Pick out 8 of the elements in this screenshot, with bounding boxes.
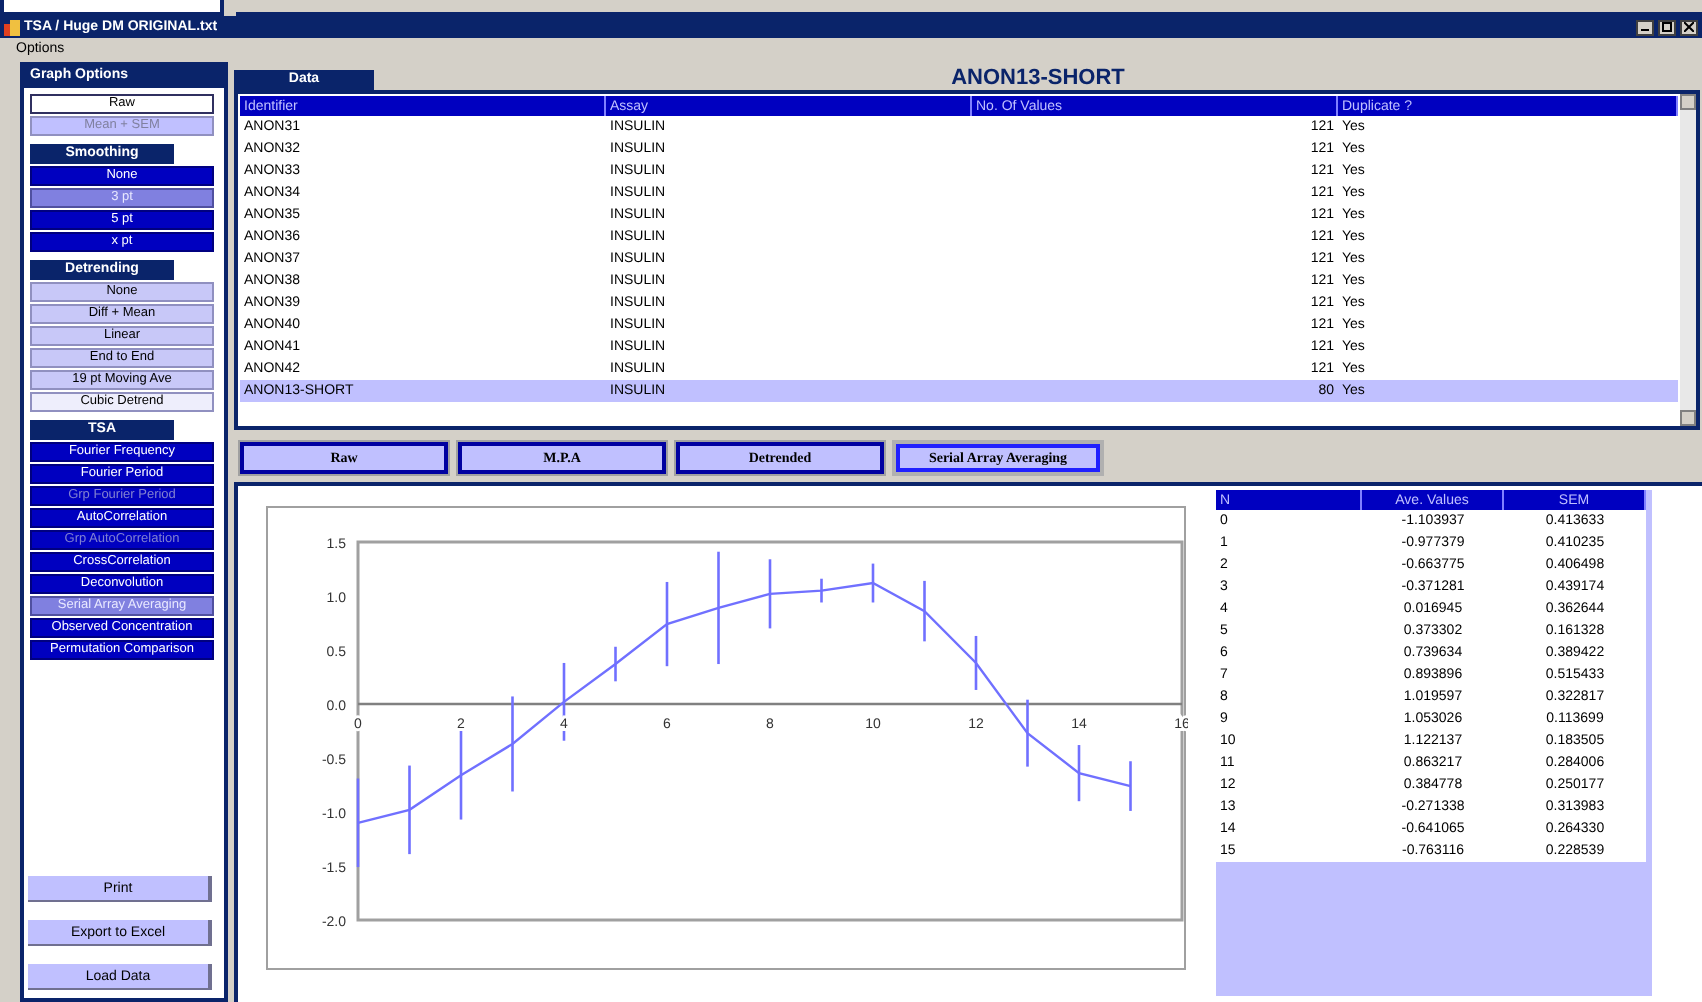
app-icon bbox=[4, 19, 20, 35]
close-button[interactable] bbox=[1680, 19, 1698, 35]
scrollbar[interactable] bbox=[1680, 94, 1696, 426]
maximize-icon bbox=[1662, 22, 1672, 32]
close-icon bbox=[1684, 22, 1694, 32]
dataset-title: ANON13-SHORT bbox=[951, 68, 1125, 90]
maximize-button[interactable] bbox=[1658, 19, 1676, 35]
minimize-button[interactable] bbox=[1636, 19, 1654, 35]
